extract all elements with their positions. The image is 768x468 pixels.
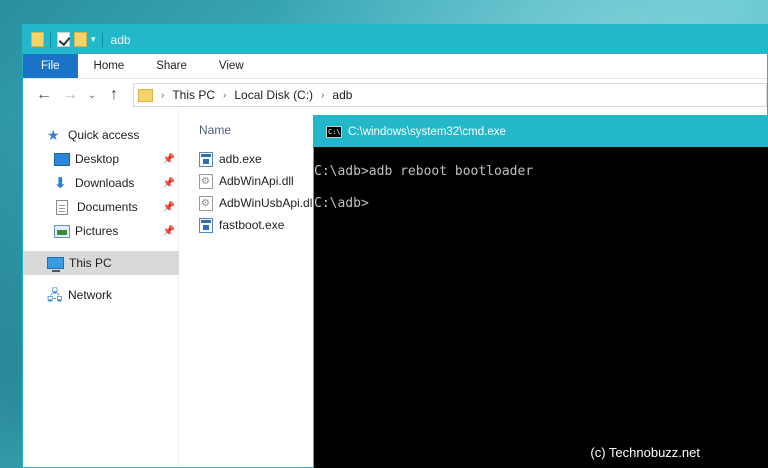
console-icon: C:\: [326, 125, 342, 138]
chevron-right-icon[interactable]: ›: [161, 90, 164, 101]
sidebar-item-desktop[interactable]: Desktop 📌: [23, 147, 179, 171]
file-name: AdbWinApi.dll: [219, 174, 294, 188]
computer-icon: [47, 257, 64, 272]
tab-file[interactable]: File: [23, 54, 78, 78]
forward-arrow-icon[interactable]: →: [57, 86, 83, 104]
new-folder-icon[interactable]: [74, 32, 87, 47]
file-row-adb-exe[interactable]: adb.exe: [199, 148, 262, 170]
star-icon: ★: [47, 126, 60, 143]
back-arrow-icon[interactable]: ←: [31, 86, 57, 104]
sidebar-item-label: Desktop: [75, 152, 120, 166]
column-header-name[interactable]: Name: [199, 123, 231, 137]
command-prompt-window[interactable]: C:\ C:\windows\system32\cmd.exe C:\adb>a…: [313, 115, 768, 468]
dll-file-icon: [199, 173, 213, 189]
sidebar-item-label: Documents: [77, 200, 138, 214]
sidebar-item-label: Downloads: [75, 176, 135, 190]
properties-icon[interactable]: [57, 32, 70, 47]
cmd-titlebar[interactable]: C:\ C:\windows\system32\cmd.exe: [314, 116, 768, 147]
file-name: AdbWinUsbApi.dll: [219, 196, 316, 210]
sidebar-item-label: Quick access: [68, 128, 140, 142]
explorer-titlebar[interactable]: ▾ adb: [23, 25, 767, 54]
up-arrow-icon[interactable]: ↑: [101, 86, 127, 104]
file-row-adbwinapi-dll[interactable]: AdbWinApi.dll: [199, 170, 294, 192]
breadcrumb-this-pc[interactable]: This PC: [172, 88, 215, 102]
sidebar-item-quick-access[interactable]: ★ Quick access: [23, 123, 179, 147]
network-icon: 🖧: [47, 286, 63, 303]
console-prompt[interactable]: C:\adb>: [314, 196, 369, 211]
pin-icon[interactable]: 📌: [163, 178, 175, 189]
sidebar-item-pictures[interactable]: Pictures 📌: [23, 219, 179, 243]
sidebar-item-label: Pictures: [75, 224, 119, 238]
console-line: C:\adb>adb reboot bootloader: [314, 164, 534, 179]
pin-icon[interactable]: 📌: [163, 226, 175, 237]
documents-icon: [56, 199, 68, 215]
sidebar-item-this-pc[interactable]: This PC: [23, 251, 179, 275]
chevron-right-icon[interactable]: ›: [223, 90, 226, 101]
pin-icon[interactable]: 📌: [163, 154, 175, 165]
breadcrumb[interactable]: › This PC › Local Disk (C:) › adb: [133, 83, 767, 107]
file-name: adb.exe: [219, 152, 262, 166]
sidebar-item-label: This PC: [69, 256, 112, 270]
desktop-icon: [54, 152, 70, 166]
dll-file-icon: [199, 195, 213, 211]
folder-icon: [138, 88, 153, 102]
watermark-text: (c) Technobuzz.net: [590, 445, 700, 460]
executable-file-icon: [199, 217, 213, 233]
folder-icon: [31, 32, 44, 47]
chevron-right-icon[interactable]: ›: [321, 90, 324, 101]
sidebar-item-downloads[interactable]: ⬇ Downloads 📌: [23, 171, 179, 195]
ribbon-tabs: File Home Share View: [23, 54, 767, 79]
cmd-window-title: C:\windows\system32\cmd.exe: [348, 125, 506, 138]
tab-share[interactable]: Share: [140, 54, 203, 78]
file-row-adbwinusbapi-dll[interactable]: AdbWinUsbApi.dll: [199, 192, 315, 214]
window-title: adb: [110, 32, 131, 47]
file-name: fastboot.exe: [219, 218, 285, 232]
sidebar-item-documents[interactable]: Documents 📌: [23, 195, 179, 219]
breadcrumb-local-disk[interactable]: Local Disk (C:): [234, 88, 313, 102]
recent-locations-chevron-icon[interactable]: ⌄: [83, 90, 101, 101]
navigation-pane: ★ Quick access Desktop 📌 ⬇ Downloads 📌 D…: [23, 111, 179, 467]
address-bar: ← → ⌄ ↑ › This PC › Local Disk (C:) › ad…: [23, 79, 767, 111]
sidebar-item-network[interactable]: 🖧 Network: [23, 283, 179, 307]
file-row-fastboot-exe[interactable]: fastboot.exe: [199, 214, 284, 236]
customize-toolbar-dropdown-icon[interactable]: ▾: [91, 34, 96, 45]
pictures-icon: [54, 224, 70, 238]
breadcrumb-adb[interactable]: adb: [332, 88, 352, 102]
pin-icon[interactable]: 📌: [163, 202, 175, 213]
sidebar-item-label: Network: [68, 288, 113, 302]
titlebar-separator: [101, 32, 103, 47]
downloads-icon: ⬇: [54, 174, 67, 192]
tab-home[interactable]: Home: [78, 54, 141, 78]
tab-view[interactable]: View: [203, 54, 260, 78]
titlebar-separator: [50, 32, 51, 47]
executable-file-icon: [199, 151, 213, 167]
